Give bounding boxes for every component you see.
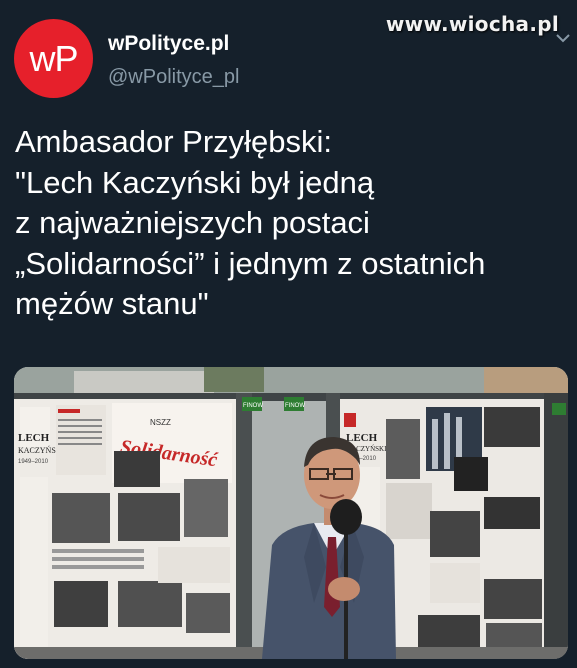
poster-sign1: FINOW (243, 403, 263, 409)
avatar[interactable]: wP (14, 19, 93, 98)
poster-nszz: NSZZ (150, 418, 171, 427)
tweet-text-line: Ambasador Przyłębski: (15, 124, 333, 159)
watermark: www.wiocha.pl (385, 12, 559, 36)
avatar-logo-text: wP (29, 37, 78, 79)
photo-illustration: LECH KACZYŃSKI 1949–2010 NSZZ Solidarnoś… (14, 367, 568, 659)
chevron-down-icon[interactable] (555, 30, 571, 46)
tweet-text-line: "Lech Kaczyński był jedną (15, 164, 375, 200)
display-name[interactable]: wPolityce.pl (108, 32, 229, 56)
poster-left-title: LECH (18, 432, 50, 444)
poster-left-years: 1949–2010 (18, 459, 49, 465)
poster-sign2: FINOW (285, 403, 305, 409)
tweet-text-line: „Solidarności” i jednym z ostatnich (15, 245, 486, 281)
tweet-text-line: z najważniejszych postaci (15, 205, 370, 240)
poster-right-title: LECH (346, 432, 378, 444)
tweet-text-line: mężów stanu" (15, 286, 209, 321)
user-handle[interactable]: @wPolityce_pl (108, 66, 239, 89)
tweet-photo[interactable]: LECH KACZYŃSKI 1949–2010 NSZZ Solidarnoś… (14, 367, 568, 659)
tweet-text: Ambasador Przyłębski: "Lech Kaczyński by… (15, 122, 571, 325)
